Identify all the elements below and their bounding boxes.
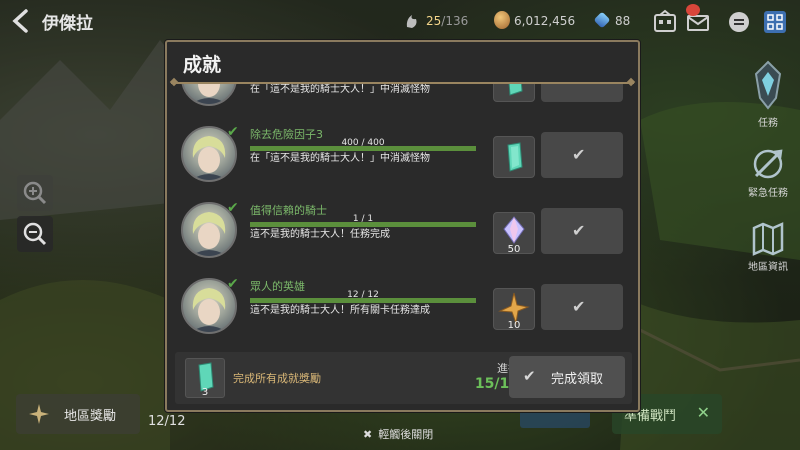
achievement-list[interactable]: 在「這不是我的騎士大人！」中消滅怪物 ✔ ✔ 除去危險因子3 400 / 400… (167, 84, 638, 352)
check-icon: ✔ (572, 145, 586, 164)
achievement-row: 在「這不是我的騎士大人！」中消滅怪物 ✔ (167, 84, 638, 120)
completed-check-icon: ✔ (227, 200, 239, 216)
achievement-reward: 50 (493, 212, 535, 255)
check-icon: ✔ (572, 221, 586, 240)
back-arrow-icon[interactable] (10, 9, 32, 33)
tap-to-close[interactable]: ✖ 輕觸後關閉 (363, 426, 433, 442)
zoom-out-icon (23, 222, 47, 246)
close-icon: ✕ (696, 403, 710, 422)
check-icon: ✔ (523, 367, 536, 385)
region-reward-label: 地區獎勵 (64, 409, 117, 424)
main-menu-icon[interactable] (762, 9, 788, 35)
check-icon: ✔ (572, 297, 586, 316)
completed-check-icon: ✔ (227, 124, 239, 140)
side-menu-quest[interactable]: 任務 (740, 58, 796, 129)
gem-value: 88 (615, 14, 631, 28)
claim-all-button[interactable]: ✔ 完成領取 (509, 356, 625, 398)
zoom-in-button[interactable] (17, 175, 53, 211)
achievement-description: 在「這不是我的騎士大人！」中消滅怪物 (250, 153, 430, 164)
guild-icon[interactable] (652, 9, 678, 35)
mail-notification-badge (686, 4, 700, 16)
knight-avatar (181, 84, 237, 106)
side-menu-emergency-quest[interactable]: 緊急任務 (740, 146, 796, 199)
side-menu-region-info[interactable]: 地區資訊 (740, 220, 796, 273)
side-menu-label: 地區資訊 (748, 262, 788, 273)
achievement-description: 這不是我的騎士大人！所有關卡任務達成 (250, 305, 430, 316)
gold-coin-icon (494, 11, 510, 29)
region-reward-button[interactable]: 地區獎勵 (16, 394, 140, 434)
achievement-progress-bar (250, 298, 476, 303)
compass-star-icon (29, 404, 49, 424)
side-menu-label: 任務 (758, 118, 778, 129)
region-count: 12/12 (148, 414, 186, 429)
achievement-row: ✔ 除去危險因子3 400 / 400 在「這不是我的騎士大人！」中消滅怪物 ✔ (167, 120, 638, 196)
achievement-description: 這不是我的騎士大人！任務完成 (250, 229, 390, 240)
emergency-quest-icon (753, 149, 783, 179)
close-icon: ✖ (363, 428, 373, 441)
achievement-description: 在「這不是我的騎士大人！」中消滅怪物 (250, 84, 430, 95)
top-bar: 伊傑拉 25/136 6,012,456 88 (0, 0, 800, 44)
claimed-button[interactable]: ✔ (541, 132, 623, 178)
achievement-progress-bar (250, 222, 476, 227)
achievement-reward (493, 84, 535, 102)
achievement-row: ✔ 眾人的英雄 12 / 12 這不是我的騎士大人！所有關卡任務達成 10 ✔ (167, 272, 638, 348)
region-title: 伊傑拉 (42, 14, 93, 34)
gold-value: 6,012,456 (514, 14, 576, 28)
gem-icon (593, 11, 611, 29)
stamina-icon (406, 15, 417, 28)
crystal-shard-icon (507, 142, 523, 172)
achievement-row: ✔ 值得信賴的騎士 1 / 1 這不是我的騎士大人！任務完成 50 ✔ (167, 196, 638, 272)
achievement-progress-bar (250, 146, 476, 151)
footer-reward: 3 (185, 358, 225, 398)
achievement-reward (493, 136, 535, 178)
reward-quantity: 10 (507, 320, 521, 331)
crystal-shard-icon (508, 84, 523, 96)
stamina-max: /136 (441, 14, 469, 28)
side-menu-label: 緊急任務 (748, 188, 788, 199)
all-achievements-label: 完成所有成就獎勵 (233, 372, 321, 385)
modal-title: 成就 (183, 54, 222, 76)
reward-quantity: 50 (507, 244, 521, 255)
check-icon: ✔ (572, 84, 585, 88)
tap-close-label: 輕觸後關閉 (378, 428, 434, 441)
quest-icon (754, 60, 782, 110)
achievements-modal: 成就 在「這不是我的騎士大人！」中消滅怪物 ✔ ✔ 除去危險因子3 400 / … (165, 40, 640, 412)
region-info-icon (752, 222, 784, 256)
zoom-in-icon (23, 181, 47, 205)
claim-all-label: 完成領取 (551, 372, 604, 387)
achievement-reward: 10 (493, 288, 535, 331)
completed-check-icon: ✔ (227, 276, 239, 292)
claimed-button[interactable]: ✔ (541, 284, 623, 330)
stamina-value: 25 (426, 14, 442, 28)
chat-icon[interactable] (726, 9, 752, 35)
reward-quantity: 3 (201, 387, 209, 398)
claimed-button[interactable]: ✔ (541, 208, 623, 254)
claimed-button[interactable]: ✔ (541, 84, 623, 102)
all-achievements-footer: 3 完成所有成就獎勵 進行 15/15 ✔ 完成領取 (175, 352, 632, 404)
zoom-out-button[interactable] (17, 216, 53, 252)
